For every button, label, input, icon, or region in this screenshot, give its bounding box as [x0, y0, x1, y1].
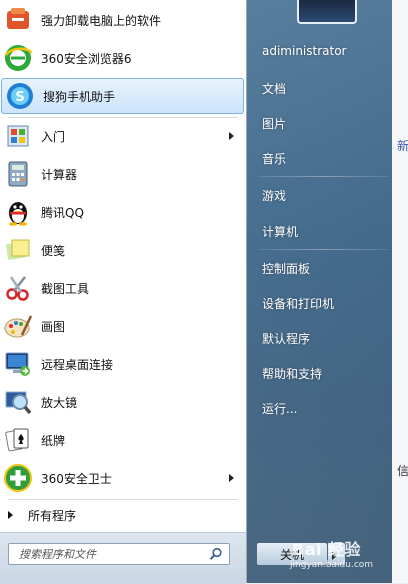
program-item-calculator[interactable]: 计算器 — [0, 156, 244, 192]
program-item-qq[interactable]: 腾讯QQ — [0, 194, 244, 230]
search-input[interactable] — [9, 545, 209, 563]
link-music[interactable]: 音乐 — [262, 150, 286, 167]
expand-arrow-icon — [8, 511, 13, 519]
program-label: 画图 — [41, 319, 66, 334]
program-item-sticky-notes[interactable]: 便笺 — [0, 232, 244, 268]
watermark-url: jingyan.baidu.com — [290, 560, 374, 570]
program-label: 360安全卫士 — [41, 471, 112, 486]
program-item-getting-started[interactable]: 入门 — [0, 118, 244, 154]
snipping-tool-icon — [6, 276, 29, 301]
program-label: 腾讯QQ — [41, 205, 84, 220]
divider — [8, 499, 238, 500]
submenu-arrow-icon — [229, 132, 234, 140]
program-item-snipping-tool[interactable]: 截图工具 — [0, 270, 244, 306]
360-browser-icon — [4, 45, 33, 71]
user-avatar[interactable] — [297, 0, 357, 24]
sticky-notes-icon — [5, 239, 30, 261]
link-control-panel[interactable]: 控制面板 — [262, 260, 310, 277]
program-item-sogou-phone-assistant[interactable]: S 搜狗手机助手 — [1, 78, 244, 114]
qq-penguin-icon — [9, 202, 27, 226]
remote-desktop-icon — [5, 352, 30, 376]
program-label: 放大镜 — [41, 395, 78, 410]
all-programs-label: 所有程序 — [28, 508, 77, 523]
program-item-paint[interactable]: 画图 — [0, 308, 244, 344]
program-label: 计算器 — [41, 167, 78, 182]
calculator-icon — [8, 161, 28, 187]
divider — [258, 249, 388, 250]
program-item-magnifier[interactable]: 放大镜 — [0, 384, 244, 420]
link-computer[interactable]: 计算机 — [262, 223, 298, 240]
background-text-fragment: 信 — [397, 464, 408, 478]
search-box[interactable] — [8, 543, 230, 565]
link-documents[interactable]: 文档 — [262, 80, 286, 97]
search-icon[interactable] — [209, 547, 223, 561]
magnifier-icon — [5, 391, 32, 415]
solitaire-icon — [5, 428, 29, 452]
background-text-fragment: 新 — [397, 139, 408, 153]
sogou-phone-assistant-icon: S — [7, 83, 33, 109]
link-devices-printers[interactable]: 设备和打印机 — [262, 295, 334, 312]
link-default-programs[interactable]: 默认程序 — [262, 330, 310, 347]
link-games[interactable]: 游戏 — [262, 187, 286, 204]
background-document — [392, 0, 408, 583]
watermark-logo: Bai 经验 — [292, 540, 362, 559]
link-help-support[interactable]: 帮助和支持 — [262, 365, 322, 382]
program-item-360-browser[interactable]: 360安全浏览器6 — [0, 40, 244, 76]
uninstaller-icon — [7, 8, 29, 29]
program-label: 远程桌面连接 — [41, 357, 114, 372]
program-item-uninstaller[interactable]: 强力卸载电脑上的软件 — [0, 2, 244, 38]
search-area — [0, 532, 246, 584]
svg-text:S: S — [15, 90, 24, 105]
program-item-360-safeguard[interactable]: 360安全卫士 — [0, 460, 244, 496]
divider — [258, 176, 388, 177]
program-label: 纸牌 — [41, 433, 66, 448]
all-programs-button[interactable]: 所有程序 — [0, 503, 244, 527]
programs-pane: 强力卸载电脑上的软件 360安全浏览器6 S 搜狗手机助手 入门 计算器 腾讯Q… — [0, 0, 247, 584]
program-label: 截图工具 — [41, 281, 90, 296]
link-pictures[interactable]: 图片 — [262, 115, 286, 132]
360-safeguard-icon — [4, 464, 32, 492]
getting-started-icon — [7, 125, 29, 147]
user-name-link[interactable]: adiministrator — [262, 44, 347, 58]
program-item-solitaire[interactable]: 纸牌 — [0, 422, 244, 458]
program-item-remote-desktop[interactable]: 远程桌面连接 — [0, 346, 244, 382]
program-label: 搜狗手机助手 — [43, 89, 116, 104]
program-label: 360安全浏览器6 — [41, 51, 132, 66]
program-label: 便笺 — [41, 243, 66, 258]
paint-icon — [4, 315, 33, 338]
link-run[interactable]: 运行... — [262, 400, 297, 417]
submenu-arrow-icon — [229, 474, 234, 482]
program-label: 入门 — [41, 129, 66, 144]
program-label: 强力卸载电脑上的软件 — [41, 13, 162, 28]
